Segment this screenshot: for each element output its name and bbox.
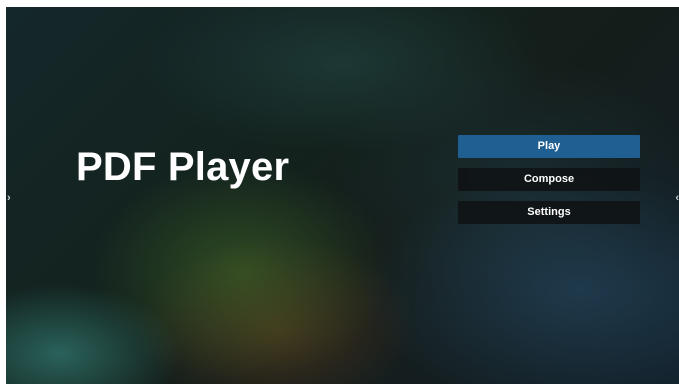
app-screen: PDF Player Play Compose Settings › ‹ [6, 7, 679, 384]
page-title: PDF Player [76, 145, 290, 189]
settings-button[interactable]: Settings [458, 201, 640, 224]
chevron-right-icon[interactable]: › [7, 192, 11, 204]
chevron-left-icon[interactable]: ‹ [675, 192, 679, 204]
compose-button[interactable]: Compose [458, 168, 640, 191]
play-button[interactable]: Play [458, 135, 640, 158]
main-menu: Play Compose Settings [458, 135, 640, 234]
